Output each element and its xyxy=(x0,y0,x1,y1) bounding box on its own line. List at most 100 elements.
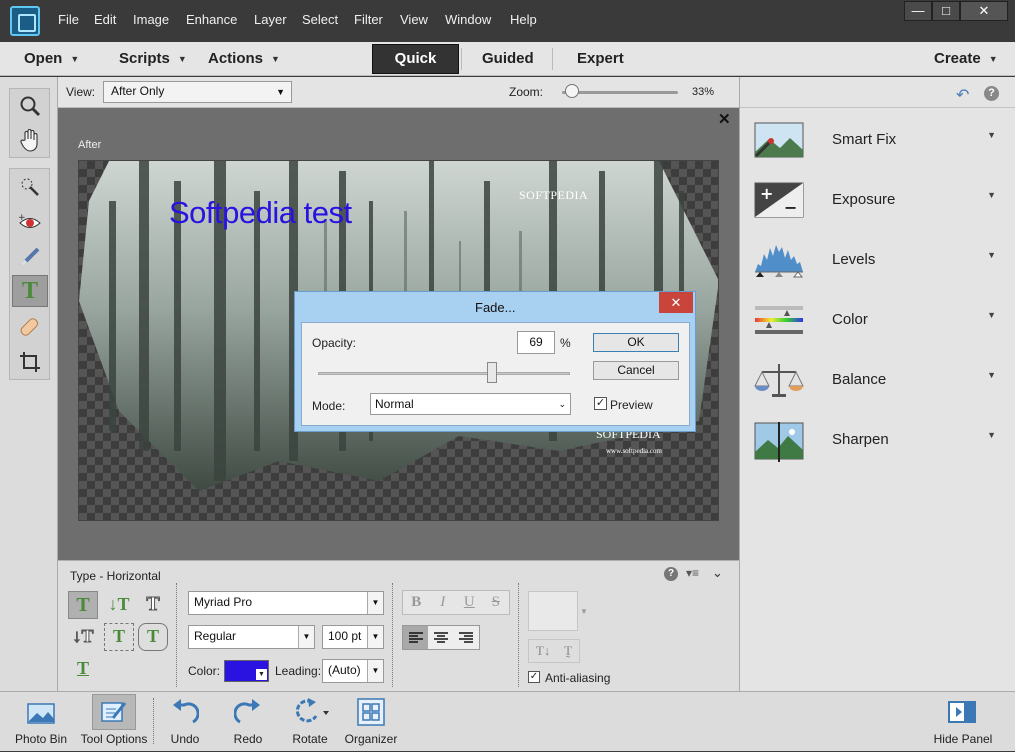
mode-select[interactable]: Normal ⌄ xyxy=(370,393,571,415)
menu-layer[interactable]: Layer xyxy=(254,12,287,27)
app-logo-icon[interactable] xyxy=(10,6,40,36)
italic-button[interactable]: I xyxy=(430,591,457,614)
font-style-select[interactable]: Regular ▼ xyxy=(188,625,315,649)
view-options-bar: View: After Only ▼ Zoom: 33% xyxy=(58,77,739,108)
menu-enhance[interactable]: Enhance xyxy=(186,12,237,27)
ok-button[interactable]: OK xyxy=(593,333,679,352)
align-right-icon[interactable] xyxy=(454,626,479,649)
actions-menu[interactable]: Actions ▼ xyxy=(208,50,280,67)
divider xyxy=(518,583,519,687)
exposure-row[interactable]: + − Exposure ▼ xyxy=(740,168,1015,228)
strikethrough-button[interactable]: S xyxy=(483,591,510,614)
horizontal-mask-icon[interactable]: T xyxy=(138,591,168,619)
redo-button[interactable]: Redo xyxy=(223,692,273,752)
hide-panel-icon xyxy=(930,692,996,732)
text-orientation-icon[interactable]: T↓ xyxy=(536,643,550,659)
close-window-button[interactable]: ✕ xyxy=(960,1,1008,21)
horizontal-type-icon[interactable]: T xyxy=(68,591,98,619)
maximize-button[interactable]: □ xyxy=(932,1,960,21)
text-on-path-icon[interactable]: T xyxy=(68,655,98,683)
help-icon[interactable]: ? xyxy=(984,86,999,101)
divider xyxy=(552,48,553,70)
color-label: Color xyxy=(832,311,868,328)
font-size-select[interactable]: 100 pt ▼ xyxy=(322,625,384,649)
watermark-small: www.softpedia.com xyxy=(606,447,662,455)
menu-edit[interactable]: Edit xyxy=(94,12,116,27)
warp-text-icon[interactable]: T̰ xyxy=(564,643,572,659)
opacity-input[interactable]: 69 xyxy=(517,331,555,354)
menu-filter[interactable]: Filter xyxy=(354,12,383,27)
rotate-button[interactable]: Rotate xyxy=(282,692,338,752)
view-select[interactable]: After Only ▼ xyxy=(103,81,292,103)
cancel-button[interactable]: Cancel xyxy=(593,361,679,380)
menu-help[interactable]: Help xyxy=(510,12,537,27)
crop-tool-icon[interactable] xyxy=(12,346,48,378)
quick-selection-tool-icon[interactable] xyxy=(12,171,48,203)
tool-options-button[interactable]: Tool Options xyxy=(78,692,150,752)
photo-bin-button[interactable]: Photo Bin xyxy=(8,692,74,752)
collapse-icon[interactable]: ⌄ xyxy=(712,565,723,581)
create-menu[interactable]: Create ▼ xyxy=(934,50,998,67)
bottom-task-bar: Photo Bin Tool Options Undo Redo Rotate … xyxy=(0,691,1015,751)
levels-row[interactable]: Levels ▼ xyxy=(740,228,1015,288)
menu-image[interactable]: Image xyxy=(133,12,169,27)
vertical-type-icon[interactable]: ↓T xyxy=(104,591,134,619)
hide-panel-button[interactable]: Hide Panel xyxy=(930,692,996,752)
text-on-shape-icon[interactable]: T xyxy=(138,623,168,651)
exposure-icon: + − xyxy=(754,182,804,218)
whiten-teeth-tool-icon[interactable] xyxy=(12,241,48,273)
chevron-down-icon: ▼ xyxy=(256,669,267,680)
svg-text:+: + xyxy=(760,184,773,203)
organizer-button[interactable]: Organizer xyxy=(342,692,400,752)
balance-row[interactable]: Balance ▼ xyxy=(740,348,1015,408)
spot-healing-tool-icon[interactable] xyxy=(12,311,48,343)
opacity-slider-track[interactable] xyxy=(318,372,570,375)
rotate-label: Rotate xyxy=(292,732,328,746)
opacity-slider-thumb[interactable] xyxy=(486,362,497,383)
minimize-button[interactable]: — xyxy=(904,1,932,21)
type-tool-icon[interactable]: T xyxy=(12,275,48,307)
align-left-icon[interactable] xyxy=(403,626,429,649)
divider xyxy=(461,48,462,70)
color-row[interactable]: Color ▼ xyxy=(740,288,1015,348)
menu-select[interactable]: Select xyxy=(302,12,338,27)
text-style-swatch[interactable] xyxy=(528,591,578,631)
color-swatch[interactable]: ▼ xyxy=(224,660,269,682)
menu-file[interactable]: File xyxy=(58,12,79,27)
help-icon[interactable]: ? xyxy=(664,567,678,581)
font-family-select[interactable]: Myriad Pro ▼ xyxy=(188,591,384,615)
tab-guided[interactable]: Guided xyxy=(482,50,534,67)
open-menu[interactable]: Open ▼ xyxy=(24,50,79,67)
reset-icon[interactable]: ↶ xyxy=(956,85,969,105)
panel-menu-icon[interactable]: ▾≡ xyxy=(686,566,699,580)
antialias-checkbox[interactable]: ✓ xyxy=(528,671,540,683)
zoom-value: 33% xyxy=(692,86,715,98)
smart-fix-row[interactable]: Smart Fix ▼ xyxy=(740,108,1015,168)
red-eye-tool-icon[interactable]: + xyxy=(12,207,48,239)
undo-button[interactable]: Undo xyxy=(160,692,210,752)
menu-window[interactable]: Window xyxy=(445,12,491,27)
organizer-label: Organizer xyxy=(344,732,398,746)
leading-select[interactable]: (Auto) ▼ xyxy=(322,659,384,683)
tab-quick[interactable]: Quick xyxy=(372,44,459,74)
preview-checkbox[interactable]: ✓ xyxy=(594,397,607,410)
zoom-slider-track[interactable] xyxy=(562,91,678,94)
tab-expert[interactable]: Expert xyxy=(577,50,624,67)
zoom-slider-thumb[interactable] xyxy=(565,84,580,98)
chevron-down-icon: ▼ xyxy=(987,250,996,260)
vertical-mask-icon[interactable]: ↓T xyxy=(68,623,98,651)
dialog-body: Opacity: 69 % Mode: Normal ⌄ OK Cancel ✓… xyxy=(301,322,690,426)
scripts-menu[interactable]: Scripts ▼ xyxy=(119,50,187,67)
dialog-close-button[interactable]: ✕ xyxy=(659,292,693,313)
text-on-selection-icon[interactable]: T xyxy=(104,623,134,651)
hand-tool-icon[interactable] xyxy=(12,124,48,156)
zoom-tool-icon[interactable] xyxy=(12,90,48,122)
underline-button[interactable]: U xyxy=(456,591,483,614)
align-center-icon[interactable] xyxy=(428,626,453,649)
bold-button[interactable]: B xyxy=(403,591,430,614)
sharpen-row[interactable]: Sharpen ▼ xyxy=(740,408,1015,468)
scripts-label: Scripts xyxy=(119,50,170,67)
menu-view[interactable]: View xyxy=(400,12,428,27)
overlay-text[interactable]: Softpedia test xyxy=(169,195,352,231)
close-view-icon[interactable]: ✕ xyxy=(718,110,731,128)
